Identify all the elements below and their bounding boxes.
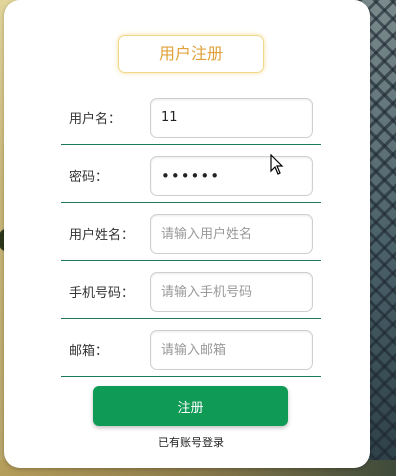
username-label: 用户名： [69,112,122,127]
phone-input[interactable] [150,272,313,312]
mouse-cursor-icon [270,154,284,175]
username-row: 用户名： 11 [61,96,321,145]
register-button[interactable]: 注册 [93,386,288,426]
username-input[interactable]: 11 [150,98,313,138]
row-divider [61,144,321,145]
row-divider [61,318,321,319]
email-row: 邮箱： [61,328,321,377]
page-title: 用户注册 [118,35,264,73]
fullname-row: 用户姓名： [61,212,321,261]
login-link[interactable]: 已有账号登录 [4,434,378,450]
password-input[interactable]: •••••• [150,156,313,196]
email-label: 邮箱： [69,344,109,359]
email-input[interactable] [150,330,313,370]
register-card: 用户注册 用户名： 11 密码： •••••• 用户姓名： 手机号码： 邮箱： … [4,0,370,468]
row-divider [61,260,321,261]
row-divider [61,202,321,203]
phone-label: 手机号码： [69,286,135,301]
phone-row: 手机号码： [61,270,321,319]
password-label: 密码： [69,170,109,185]
fullname-label: 用户姓名： [69,228,135,243]
fullname-input[interactable] [150,214,313,254]
row-divider [61,376,321,377]
